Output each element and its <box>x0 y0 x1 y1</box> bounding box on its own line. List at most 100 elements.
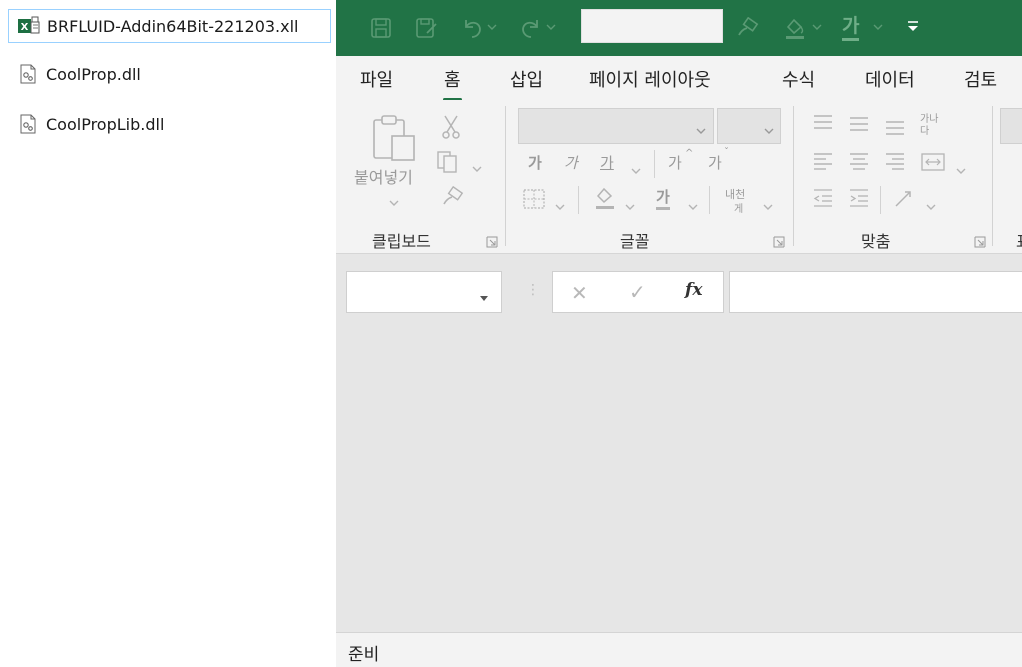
tab-file[interactable]: 파일 <box>360 66 393 92</box>
svg-text:X: X <box>21 22 29 33</box>
decrease-indent-icon[interactable] <box>812 188 834 212</box>
orientation-dropdown-icon[interactable] <box>926 196 936 215</box>
tab-insert[interactable]: 삽입 <box>510 66 543 92</box>
underline-dropdown-icon[interactable] <box>631 160 641 179</box>
copy-dropdown-icon[interactable] <box>472 158 482 177</box>
bold-button[interactable]: 가 <box>528 152 542 173</box>
increase-indent-icon[interactable] <box>848 188 870 212</box>
quick-access-toolbar: 가 <box>336 0 1022 56</box>
file-name: CoolProp.dll <box>46 64 141 84</box>
insert-function-icon[interactable]: fx <box>685 280 702 300</box>
formula-bar: ⋮ ✕ ✓ fx <box>336 254 1022 334</box>
wrap-text-sub: 다 <box>920 126 930 137</box>
grow-font-caret: ^ <box>685 148 694 159</box>
name-box[interactable] <box>346 271 502 313</box>
separator <box>709 186 710 214</box>
next-group-label: 표 <box>1016 228 1022 252</box>
dll-file-icon <box>16 113 40 135</box>
borders-icon[interactable] <box>522 188 546 214</box>
phonetic-sub: 게 <box>734 204 744 215</box>
align-left-icon[interactable] <box>812 152 834 176</box>
merge-dropdown-icon[interactable] <box>956 160 966 179</box>
italic-button[interactable]: 가 <box>564 152 578 173</box>
file-item-coolproplib-dll[interactable]: CoolPropLib.dll <box>8 107 331 141</box>
number-format-combo[interactable] <box>1000 108 1022 144</box>
align-right-icon[interactable] <box>884 152 906 176</box>
save-icon[interactable] <box>370 17 392 39</box>
group-separator <box>793 106 794 246</box>
font-color-ribbon-button[interactable]: 가 <box>656 186 670 210</box>
shrink-font-caret: ˇ <box>724 147 729 158</box>
font-color-dropdown-icon[interactable] <box>873 22 883 32</box>
alignment-group-label: 맞춤 <box>861 232 891 251</box>
tab-page-layout[interactable]: 페이지 레이아웃 <box>589 66 711 92</box>
separator <box>578 186 579 214</box>
clipboard-group-label: 클립보드 <box>372 232 431 251</box>
cancel-icon[interactable]: ✕ <box>571 281 588 305</box>
font-size-dropdown-icon[interactable] <box>764 120 774 139</box>
fill-color-dropdown-icon[interactable] <box>812 22 822 32</box>
tab-review[interactable]: 검토 <box>964 66 997 92</box>
paste-dropdown-icon[interactable] <box>389 192 399 211</box>
file-name: CoolPropLib.dll <box>46 114 165 134</box>
separator <box>654 150 655 178</box>
paste-icon[interactable] <box>372 114 418 166</box>
font-color-button[interactable]: 가 <box>842 14 860 41</box>
align-center-icon[interactable] <box>848 152 870 176</box>
format-painter-small-icon[interactable] <box>440 185 464 212</box>
underline-button[interactable]: 가 <box>600 152 614 173</box>
shrink-font-button[interactable]: 가 <box>708 152 722 173</box>
enter-icon[interactable]: ✓ <box>629 280 646 304</box>
paste-label[interactable]: 붙여넣기 <box>354 164 413 188</box>
orientation-icon[interactable] <box>892 186 918 214</box>
grow-font-button[interactable]: 가 <box>668 152 682 173</box>
redo-icon[interactable] <box>519 16 543 40</box>
font-launcher-icon[interactable] <box>773 233 785 248</box>
tab-home[interactable]: 홈 <box>443 66 462 101</box>
align-top-icon[interactable] <box>812 114 834 136</box>
fill-color-ribbon-dropdown-icon[interactable] <box>625 196 635 215</box>
group-separator <box>992 106 993 246</box>
alignment-launcher-icon[interactable] <box>974 233 986 248</box>
borders-dropdown-icon[interactable] <box>555 196 565 215</box>
workbook-area <box>336 334 1022 632</box>
copy-icon[interactable] <box>436 150 462 178</box>
undo-icon[interactable] <box>460 16 484 40</box>
name-box-dropdown-icon[interactable] <box>479 288 489 307</box>
group-separator <box>505 106 506 246</box>
fill-color-icon[interactable] <box>782 15 808 41</box>
file-item-coolprop-dll[interactable]: CoolProp.dll <box>8 57 331 91</box>
redo-dropdown-icon[interactable] <box>546 22 556 32</box>
customize-qat-icon[interactable] <box>906 19 920 33</box>
save-as-icon[interactable] <box>415 17 439 39</box>
cut-icon[interactable] <box>441 114 461 144</box>
status-text: 준비 <box>348 645 380 665</box>
dll-file-icon <box>16 63 40 85</box>
ribbon-tabs: 파일 홈 삽입 페이지 레이아웃 수식 데이터 검토 <box>336 56 1022 101</box>
fill-color-ribbon-icon[interactable] <box>592 184 618 216</box>
file-item-brfluid-xll[interactable]: X BRFLUID-Addin64Bit-221203.xll <box>8 9 331 43</box>
font-name-dropdown-icon[interactable] <box>696 120 706 139</box>
phonetic-dropdown-icon[interactable] <box>763 196 773 215</box>
status-bar: 준비 <box>336 632 1022 667</box>
align-bottom-icon[interactable] <box>884 118 906 140</box>
excel-addin-icon: X <box>17 15 41 37</box>
tab-formulas[interactable]: 수식 <box>782 66 815 92</box>
formula-buttons: ✕ ✓ fx <box>552 271 724 313</box>
qat-font-box[interactable] <box>581 9 723 43</box>
font-name-combo[interactable] <box>518 108 714 144</box>
font-color-ribbon-dropdown-icon[interactable] <box>688 196 698 215</box>
font-group-label: 글꼴 <box>620 232 650 251</box>
align-middle-icon[interactable] <box>848 116 870 138</box>
formula-input[interactable] <box>729 271 1022 313</box>
font-color-glyph: 가 <box>842 14 860 41</box>
file-name: BRFLUID-Addin64Bit-221203.xll <box>47 16 299 36</box>
merge-center-icon[interactable] <box>920 152 946 176</box>
undo-dropdown-icon[interactable] <box>487 22 497 32</box>
tab-data[interactable]: 데이터 <box>865 66 915 92</box>
formula-bar-grip[interactable]: ⋮ <box>526 282 540 298</box>
format-painter-icon[interactable] <box>735 17 759 39</box>
file-explorer-list: X BRFLUID-Addin64Bit-221203.xll CoolProp… <box>0 0 334 667</box>
clipboard-launcher-icon[interactable] <box>486 233 498 248</box>
excel-window: 가 파일 홈 삽입 페이지 레이아웃 수식 데이터 검토 붙여넣기 클립보드 가… <box>336 0 1022 667</box>
